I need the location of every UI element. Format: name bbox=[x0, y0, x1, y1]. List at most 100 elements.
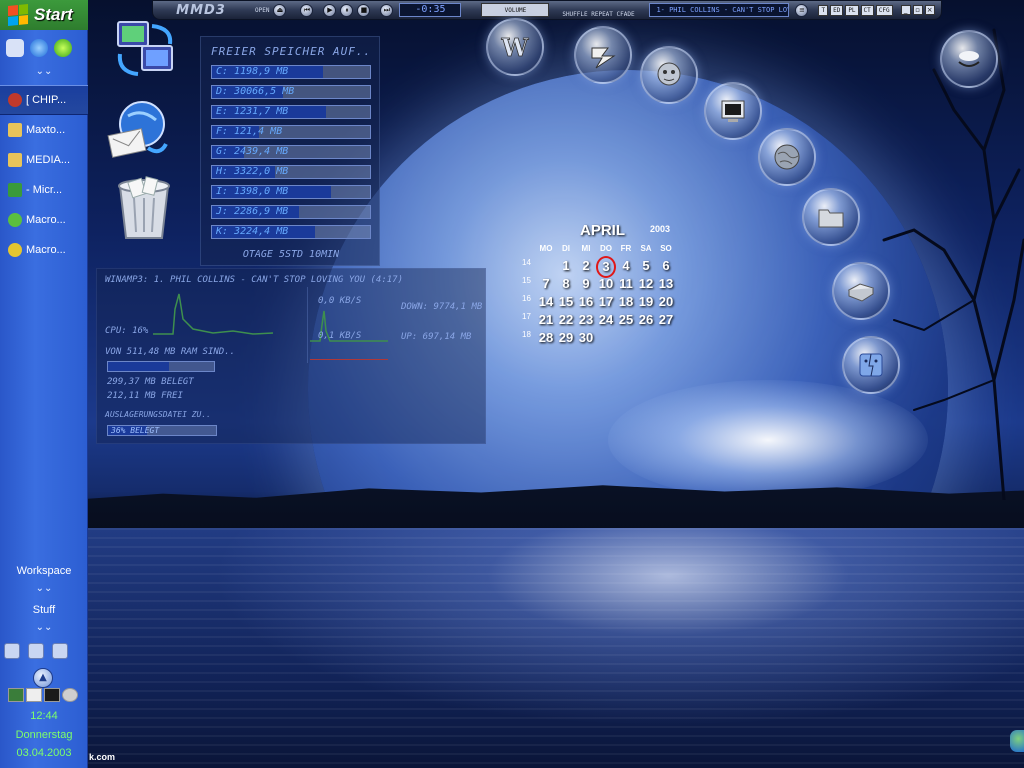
tray-icon[interactable] bbox=[44, 688, 60, 702]
task-item-chip[interactable]: [ CHIP... bbox=[0, 85, 88, 115]
dock-winamp-orb[interactable]: W bbox=[486, 18, 544, 76]
calendar-day[interactable]: 20 bbox=[656, 294, 676, 309]
calendar-day[interactable]: 11 bbox=[616, 276, 636, 291]
dock-drive-orb[interactable] bbox=[832, 262, 890, 320]
calendar-day[interactable]: 9 bbox=[576, 276, 596, 291]
macromedia-icon bbox=[8, 213, 22, 227]
internet-explorer-icon[interactable] bbox=[30, 39, 48, 57]
calendar-weekday: FR bbox=[620, 244, 632, 253]
calendar-weekday: DI bbox=[562, 244, 570, 253]
mode-button-cfg[interactable]: CFG bbox=[875, 4, 893, 16]
dock-user-orb[interactable] bbox=[640, 46, 698, 104]
tray-app-icon[interactable] bbox=[28, 643, 44, 659]
task-item-macro-2[interactable]: Macro... bbox=[0, 235, 88, 265]
calendar-week-number: 18 bbox=[522, 330, 531, 339]
calendar-day[interactable]: 27 bbox=[656, 312, 676, 327]
top-right-orb[interactable] bbox=[940, 30, 998, 88]
task-item-media[interactable]: MEDIA... bbox=[0, 145, 88, 175]
calendar-day[interactable]: 23 bbox=[576, 312, 596, 327]
calendar-day[interactable]: 30 bbox=[576, 330, 596, 345]
calendar-today[interactable]: 3 bbox=[596, 256, 616, 278]
globe-corner-icon[interactable] bbox=[1010, 730, 1024, 752]
tray-app-icon[interactable] bbox=[4, 643, 20, 659]
clock-day: Donnerstag bbox=[15, 729, 73, 741]
calendar-day[interactable]: 10 bbox=[596, 276, 616, 291]
task-label: Macro... bbox=[26, 244, 66, 256]
shade-icon[interactable]: ▫ bbox=[912, 5, 923, 15]
calendar-day[interactable]: 12 bbox=[636, 276, 656, 291]
dock-monitor-orb[interactable] bbox=[704, 82, 762, 140]
calendar-day[interactable]: 28 bbox=[536, 330, 556, 345]
tray-app-icon[interactable] bbox=[52, 643, 68, 659]
mode-button-pl[interactable]: PL bbox=[845, 4, 859, 16]
task-item-micr[interactable]: - Micr... bbox=[0, 175, 88, 205]
workspace-chevron-icon[interactable]: ⌄⌄ bbox=[0, 583, 88, 594]
calendar-day[interactable]: 14 bbox=[536, 294, 556, 309]
calendar-day[interactable]: 21 bbox=[536, 312, 556, 327]
start-button[interactable]: Start bbox=[0, 0, 88, 30]
stuff-button[interactable]: Stuff bbox=[0, 604, 88, 616]
dock-folder-orb[interactable] bbox=[802, 188, 860, 246]
calendar-day[interactable]: 2 bbox=[576, 258, 596, 273]
calendar-day[interactable]: 15 bbox=[556, 294, 576, 309]
calendar-day[interactable]: 18 bbox=[616, 294, 636, 309]
stuff-chevron-icon[interactable]: ⌄⌄ bbox=[0, 622, 88, 633]
isdn-icon[interactable] bbox=[26, 688, 42, 702]
network-icon[interactable] bbox=[6, 39, 24, 57]
calendar-weekday: MI bbox=[581, 244, 591, 253]
dock-globe-orb[interactable] bbox=[758, 128, 816, 186]
task-item-maxto[interactable]: Maxto... bbox=[0, 115, 88, 145]
recycle-bin-icon[interactable] bbox=[110, 176, 178, 242]
calendar-week-number: 17 bbox=[522, 312, 531, 321]
player-logo: MMD3 bbox=[176, 2, 226, 18]
mode-button-t[interactable]: T bbox=[818, 4, 829, 16]
drive-free-space-bar: J: 2286,9 MB bbox=[211, 205, 371, 219]
dock-shortcut-orb[interactable] bbox=[574, 26, 632, 84]
speaker-icon[interactable] bbox=[62, 688, 78, 702]
network-computers-icon[interactable] bbox=[112, 18, 180, 84]
mode-button-ed[interactable]: ED bbox=[830, 4, 844, 16]
pause-icon[interactable]: ⏸ bbox=[340, 3, 354, 17]
minimize-icon[interactable]: _ bbox=[900, 5, 911, 15]
calendar-day[interactable]: 25 bbox=[616, 312, 636, 327]
calendar-day[interactable]: 19 bbox=[636, 294, 656, 309]
collapse-up-icon[interactable]: ▲ bbox=[33, 668, 53, 688]
calendar-day[interactable]: 4 bbox=[616, 258, 636, 273]
calendar-day[interactable]: 1 bbox=[556, 258, 576, 273]
next-icon[interactable]: ⏭ bbox=[380, 3, 394, 17]
calendar-day[interactable]: 26 bbox=[636, 312, 656, 327]
expand-chevron-icon[interactable]: ⌄⌄ bbox=[0, 66, 88, 77]
folder-icon bbox=[8, 153, 22, 167]
eject-icon[interactable]: ⏏ bbox=[273, 3, 287, 17]
close-icon[interactable]: × bbox=[924, 5, 935, 15]
calendar-week-number: 15 bbox=[522, 276, 531, 285]
task-item-macro-1[interactable]: Macro... bbox=[0, 205, 88, 235]
calendar-day[interactable]: 24 bbox=[596, 312, 616, 327]
calendar-day[interactable]: 13 bbox=[656, 276, 676, 291]
flower-app-icon[interactable] bbox=[54, 39, 72, 57]
shuffle-repeat-crossfade[interactable]: SHUFFLE REPEAT CFADE bbox=[553, 1, 643, 20]
menu-icon[interactable]: ≡ bbox=[795, 3, 809, 17]
player-mode-buttons: T ED PL CT CFG bbox=[818, 4, 893, 16]
calendar-day[interactable]: 6 bbox=[656, 258, 676, 273]
outlook-express-icon[interactable] bbox=[104, 98, 172, 164]
dock-finder-orb[interactable] bbox=[842, 336, 900, 394]
finder-icon bbox=[859, 353, 883, 377]
calendar-day[interactable]: 7 bbox=[536, 276, 556, 291]
calendar-day[interactable]: 29 bbox=[556, 330, 576, 345]
play-icon[interactable]: ▶ bbox=[323, 3, 337, 17]
calendar-day[interactable]: 17 bbox=[596, 294, 616, 309]
clock-date: 03.04.2003 bbox=[16, 747, 72, 759]
mode-button-ct[interactable]: CT bbox=[860, 4, 874, 16]
calendar-day[interactable]: 8 bbox=[556, 276, 576, 291]
footer-url-text: k.com bbox=[89, 752, 116, 762]
stop-icon[interactable]: ■ bbox=[357, 3, 371, 17]
drive-free-space-bar: C: 1198,9 MB bbox=[211, 65, 371, 79]
calendar-day[interactable]: 16 bbox=[576, 294, 596, 309]
tray-icon[interactable] bbox=[8, 688, 24, 702]
calendar-day[interactable]: 5 bbox=[636, 258, 656, 273]
calendar-day[interactable]: 22 bbox=[556, 312, 576, 327]
volume-slider[interactable]: VOLUME bbox=[481, 3, 550, 17]
previous-icon[interactable]: ⏮ bbox=[300, 3, 314, 17]
workspace-button[interactable]: Workspace bbox=[0, 565, 88, 577]
